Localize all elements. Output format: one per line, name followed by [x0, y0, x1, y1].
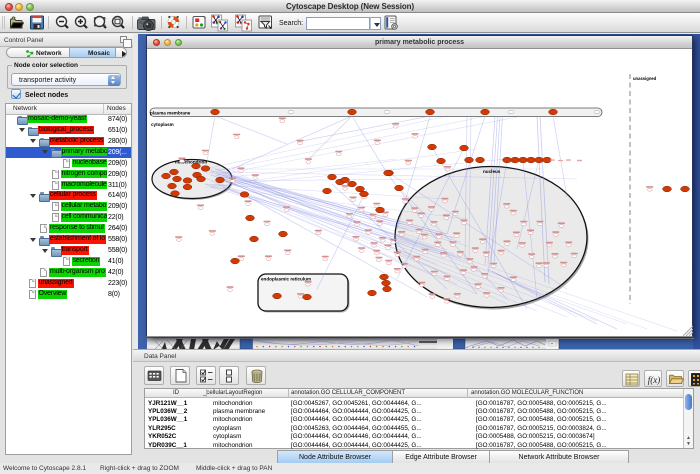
svg-text:nucleus: nucleus [483, 169, 501, 174]
svg-text:endoplasmic reticulum: endoplasmic reticulum [261, 277, 311, 282]
svg-text:plasma membrane: plasma membrane [150, 111, 191, 116]
svg-text:unassigned: unassigned [633, 76, 657, 81]
svg-text:cytoplasm: cytoplasm [151, 122, 174, 127]
svg-text:f(x): f(x) [648, 375, 661, 385]
